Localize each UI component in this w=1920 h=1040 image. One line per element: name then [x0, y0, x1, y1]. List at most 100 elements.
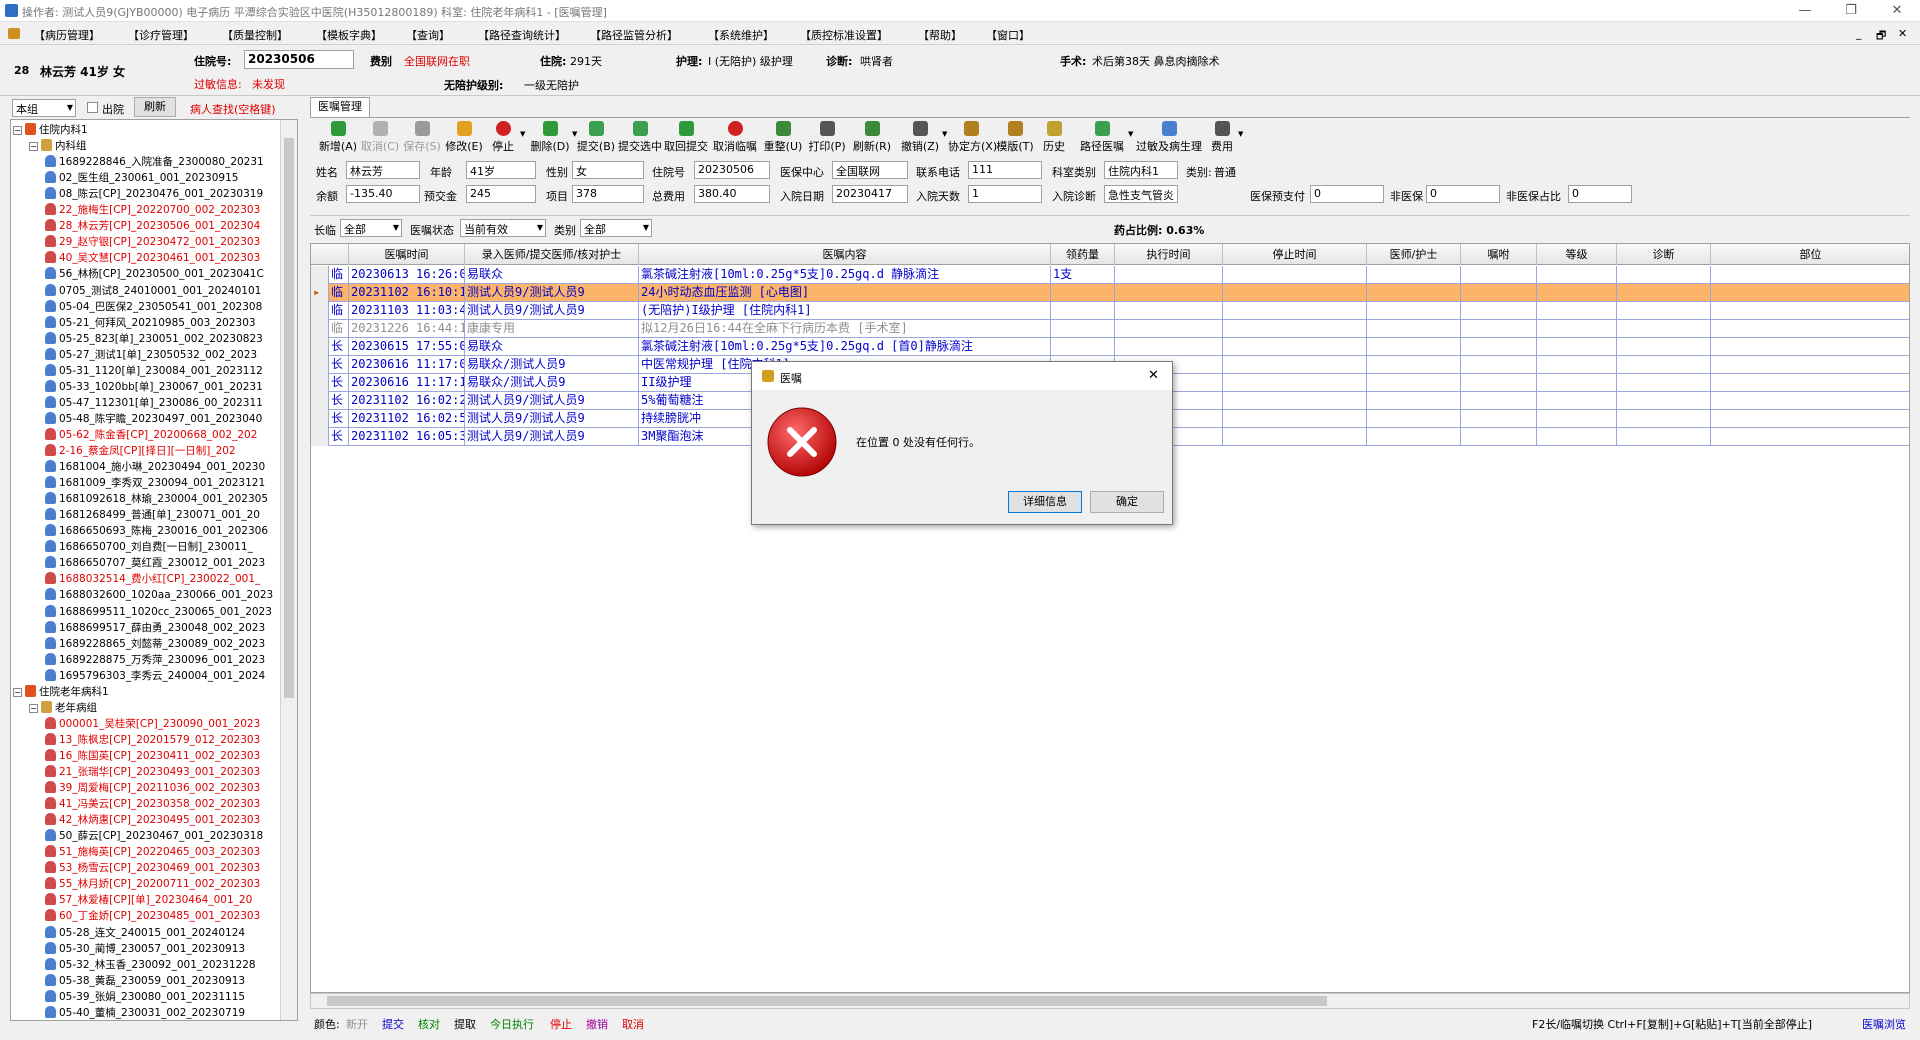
toolbar-button-0[interactable]: 新增(A): [318, 120, 358, 156]
patient-tree-item[interactable]: 02_医生组_230061_001_20230915: [45, 170, 238, 186]
menu-quality[interactable]: 【质量控制】: [222, 27, 288, 43]
collapse-icon[interactable]: −: [13, 126, 22, 135]
details-button[interactable]: 详细信息: [1008, 491, 1082, 513]
row-selector[interactable]: [311, 266, 329, 284]
patient-tree-item[interactable]: 57_林爱椿[CP][单]_20230464_001_20: [45, 892, 252, 908]
patient-tree-item[interactable]: 55_林月娇[CP]_20200711_002_202303: [45, 876, 260, 892]
patient-tree-item[interactable]: 05-39_张娟_230080_001_20231115: [45, 989, 245, 1005]
order-row[interactable]: 临 20231226 16:44:14 康康专用 拟12月26日16:44在全麻下行病…: [311, 320, 1909, 338]
patient-tree-item[interactable]: 1681092618_林瑜_230004_001_202305: [45, 491, 268, 507]
tree-scrollbar[interactable]: [280, 120, 297, 1020]
patient-tree-item[interactable]: 1686650707_莫红霞_230012_001_2023: [45, 555, 265, 571]
column-header[interactable]: 诊断: [1617, 244, 1711, 265]
toolbar-button-16[interactable]: 历史: [1036, 120, 1072, 156]
row-selector[interactable]: [311, 410, 329, 428]
mdi-minimize-button[interactable]: _: [1856, 27, 1862, 40]
row-selector[interactable]: [311, 302, 329, 320]
column-header[interactable]: 执行时间: [1115, 244, 1223, 265]
patient-tree-item[interactable]: 1688032600_1020aa_230066_001_2023: [45, 587, 273, 603]
patient-tree-item[interactable]: 05-04_巴医保2_23050541_001_202308: [45, 299, 262, 315]
patient-tree-item[interactable]: 40_吴文慧[CP]_20230461_001_202303: [45, 250, 260, 266]
patient-tree-item[interactable]: 51_施梅英[CP]_20220465_003_202303: [45, 844, 260, 860]
row-selector[interactable]: [311, 356, 329, 374]
restore-button[interactable]: ❐: [1828, 0, 1874, 22]
order-browse-link[interactable]: 医嘱浏览: [1862, 1016, 1906, 1032]
column-header[interactable]: 停止时间: [1223, 244, 1367, 265]
patient-tree-item[interactable]: 22_施梅生[CP]_20220700_002_202303: [45, 202, 260, 218]
row-selector[interactable]: [311, 428, 329, 446]
menu-query[interactable]: 【查询】: [406, 27, 450, 43]
grid-horizontal-scrollbar[interactable]: [310, 993, 1910, 1009]
toolbar-button-15[interactable]: 模版(T): [996, 120, 1034, 156]
toolbar-button-14[interactable]: 协定方(X): [948, 120, 997, 156]
discharge-checkbox[interactable]: [87, 102, 98, 113]
patient-tree-item[interactable]: 2-16_蔡金凤[CP][择日][一日制]_202: [45, 443, 236, 459]
patient-tree-item[interactable]: 05-33_1020bb[单]_230067_001_20231: [45, 379, 263, 395]
column-header[interactable]: 医嘱时间: [349, 244, 465, 265]
close-button[interactable]: ✕: [1874, 0, 1920, 22]
toolbar-button-18[interactable]: 过敏及病生理: [1136, 120, 1202, 156]
patient-tree-item[interactable]: 1686650700_刘自费[一日制]_230011_: [45, 539, 253, 555]
column-header[interactable]: 嘱咐: [1461, 244, 1537, 265]
patient-search-hint[interactable]: 病人查找(空格键): [190, 101, 276, 117]
patient-tree-item[interactable]: 1688699517_薛由勇_230048_002_2023: [45, 620, 265, 636]
patient-tree-item[interactable]: 1689228865_刘懿蒂_230089_002_2023: [45, 636, 265, 652]
grid-scroll-thumb[interactable]: [327, 996, 1327, 1006]
dept-tree-node[interactable]: − 住院内科1: [13, 122, 88, 138]
menu-window[interactable]: 【窗口】: [986, 27, 1030, 43]
patient-tree-item[interactable]: 16_陈国英[CP]_20230411_002_202303: [45, 748, 260, 764]
row-selector[interactable]: [311, 392, 329, 410]
patient-tree-item[interactable]: 05-28_连文_240015_001_20240124: [45, 925, 245, 941]
group-tree-node[interactable]: − 内科组: [29, 138, 87, 154]
tab-order-management[interactable]: 医嘱管理: [310, 97, 370, 117]
order-state-select[interactable]: 当前有效 ▼: [460, 219, 546, 237]
patient-tree-item[interactable]: 05-38_黄磊_230059_001_20230913: [45, 973, 245, 989]
menu-qc-standard[interactable]: 【质控标准设置】: [800, 27, 888, 43]
menu-diagnosis[interactable]: 【诊疗管理】: [128, 27, 194, 43]
patient-tree-item[interactable]: 05-32_林玉香_230092_001_20231228: [45, 957, 256, 973]
row-selector[interactable]: ▸: [311, 284, 329, 302]
patient-tree-item[interactable]: 1689228875_万秀萍_230096_001_2023: [45, 652, 265, 668]
patient-tree-item[interactable]: 28_林云芳[CP]_20230506_001_202304: [45, 218, 260, 234]
patient-tree-item[interactable]: 56_林杨[CP]_20230500_001_2023041C: [45, 266, 264, 282]
menu-record[interactable]: 【病历管理】: [34, 27, 100, 43]
dropdown-arrow-icon[interactable]: ▼: [520, 130, 525, 138]
toolbar-button-1[interactable]: 取消(C): [360, 120, 400, 156]
order-row[interactable]: 临 20230613 16:26:00 易联众 氯茶碱注射液[10ml:0.25g*5…: [311, 266, 1909, 284]
patient-tree-item[interactable]: 1688032514_费小红[CP]_230022_001_: [45, 571, 260, 587]
patient-tree-item[interactable]: 05-21_何拜风_20210985_003_202303: [45, 315, 256, 331]
patient-tree-item[interactable]: 1681009_李秀双_230094_001_2023121: [45, 475, 265, 491]
menu-path-stats[interactable]: 【路径查询统计】: [478, 27, 566, 43]
patient-tree-item[interactable]: 1688699511_1020cc_230065_001_2023: [45, 604, 272, 620]
toolbar-button-9[interactable]: 取消临嘱: [710, 120, 760, 156]
patient-tree-item[interactable]: 1681004_施小琳_20230494_001_20230: [45, 459, 265, 475]
collapse-icon[interactable]: −: [29, 703, 38, 713]
patient-tree-item[interactable]: 42_林炳惠[CP]_20230495_001_202303: [45, 812, 260, 828]
mdi-close-button[interactable]: ✕: [1898, 27, 1907, 40]
toolbar-button-7[interactable]: 提交选中: [618, 120, 662, 156]
column-header[interactable]: 医嘱内容: [639, 244, 1051, 265]
menu-template[interactable]: 【模板字典】: [316, 27, 382, 43]
long-temp-select[interactable]: 全部 ▼: [340, 219, 402, 237]
row-selector[interactable]: [311, 338, 329, 356]
patient-tree-item[interactable]: 13_陈枫忠[CP]_20201579_012_202303: [45, 732, 260, 748]
column-header[interactable]: 录入医师/提交医师/核对护士: [465, 244, 639, 265]
patient-tree-item[interactable]: 05-40_董楠_230031_002_20230719: [45, 1005, 245, 1020]
row-selector[interactable]: [311, 374, 329, 392]
toolbar-button-17[interactable]: 路径医嘱: [1074, 120, 1130, 156]
patient-tree-item[interactable]: 29_赵守银[CP]_20230472_001_202303: [45, 234, 260, 250]
menu-system[interactable]: 【系统维护】: [708, 27, 774, 43]
menu-help[interactable]: 【帮助】: [918, 27, 962, 43]
dropdown-arrow-icon[interactable]: ▼: [942, 130, 947, 138]
order-row[interactable]: 长 20230615 17:55:01 易联众 氯茶碱注射液[10ml:0.25g*5…: [311, 338, 1909, 356]
toolbar-button-10[interactable]: 重整(U): [762, 120, 804, 156]
patient-tree-item[interactable]: 39_周爱梅[CP]_20211036_002_202303: [45, 780, 260, 796]
patient-tree-item[interactable]: 05-47_112301[单]_230086_00_202311: [45, 395, 263, 411]
toolbar-button-6[interactable]: 提交(B): [576, 120, 616, 156]
column-header[interactable]: 等级: [1537, 244, 1617, 265]
toolbar-button-5[interactable]: 删除(D): [526, 120, 574, 156]
tree-scroll-thumb[interactable]: [284, 138, 294, 698]
column-header[interactable]: 部位: [1711, 244, 1909, 265]
toolbar-button-13[interactable]: 撤销(Z): [896, 120, 944, 156]
patient-tree-item[interactable]: 000001_吴桂荣[CP]_230090_001_2023: [45, 716, 260, 732]
